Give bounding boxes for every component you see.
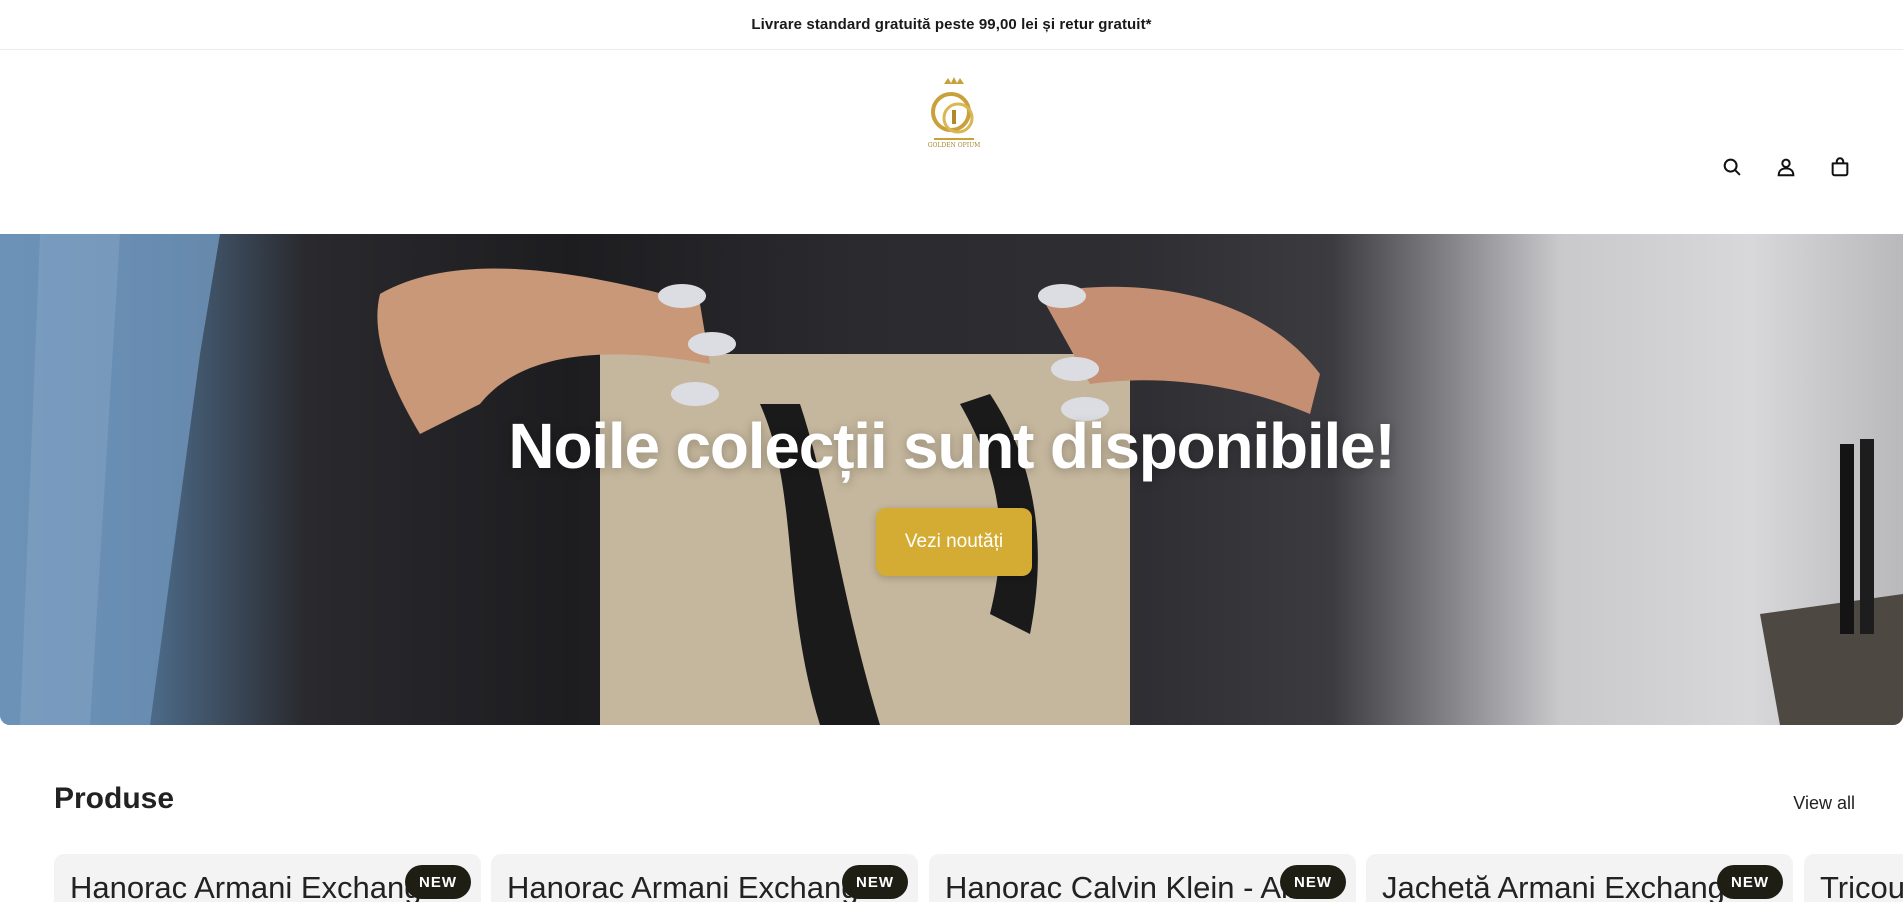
account-icon[interactable] <box>1771 152 1801 182</box>
svg-text:GOLDEN OPIUM: GOLDEN OPIUM <box>928 142 981 149</box>
announcement-bar: Livrare standard gratuită peste 99,00 le… <box>0 0 1903 50</box>
brand-logo[interactable]: GOLDEN OPIUM <box>918 74 990 154</box>
cart-icon[interactable] <box>1825 152 1855 182</box>
product-card[interactable]: Jachetă Armani Exchange NEW <box>1366 854 1793 902</box>
hero-title: Noile colecții sunt disponibile! <box>508 410 1395 482</box>
product-name: Jachetă Armani Exchange <box>1382 870 1743 902</box>
product-card[interactable]: Hanorac Armani Exchange NEW <box>54 854 481 902</box>
products-section-title: Produse <box>54 782 175 815</box>
site-header: GOLDEN OPIUM Noutăți Femei Bărbați Acces… <box>0 50 1903 254</box>
product-card[interactable]: Hanorac Armani Exchange NEW <box>491 854 918 902</box>
product-carousel: Hanorac Armani Exchange NEW Hanorac Arma… <box>54 854 1903 902</box>
new-badge: NEW <box>405 865 471 899</box>
new-badge: NEW <box>842 865 908 899</box>
hero-banner: Noile colecții sunt disponibile! Vezi no… <box>0 234 1903 725</box>
new-badge: NEW <box>1717 865 1783 899</box>
product-name: Hanorac Calvin Klein - Alb <box>945 870 1306 902</box>
product-name: Hanorac Armani Exchange <box>507 870 876 902</box>
product-name: Hanorac Armani Exchange <box>70 870 439 902</box>
product-card[interactable]: Tricou <box>1804 854 1903 902</box>
hero-cta-button[interactable]: Vezi noutăți <box>876 508 1032 576</box>
announcement-text: Livrare standard gratuită peste 99,00 le… <box>751 16 1152 33</box>
product-card[interactable]: Hanorac Calvin Klein - Alb NEW <box>929 854 1356 902</box>
search-icon[interactable] <box>1717 152 1747 182</box>
view-all-link[interactable]: View all <box>1793 793 1855 814</box>
product-name: Tricou <box>1820 870 1903 902</box>
new-badge: NEW <box>1280 865 1346 899</box>
